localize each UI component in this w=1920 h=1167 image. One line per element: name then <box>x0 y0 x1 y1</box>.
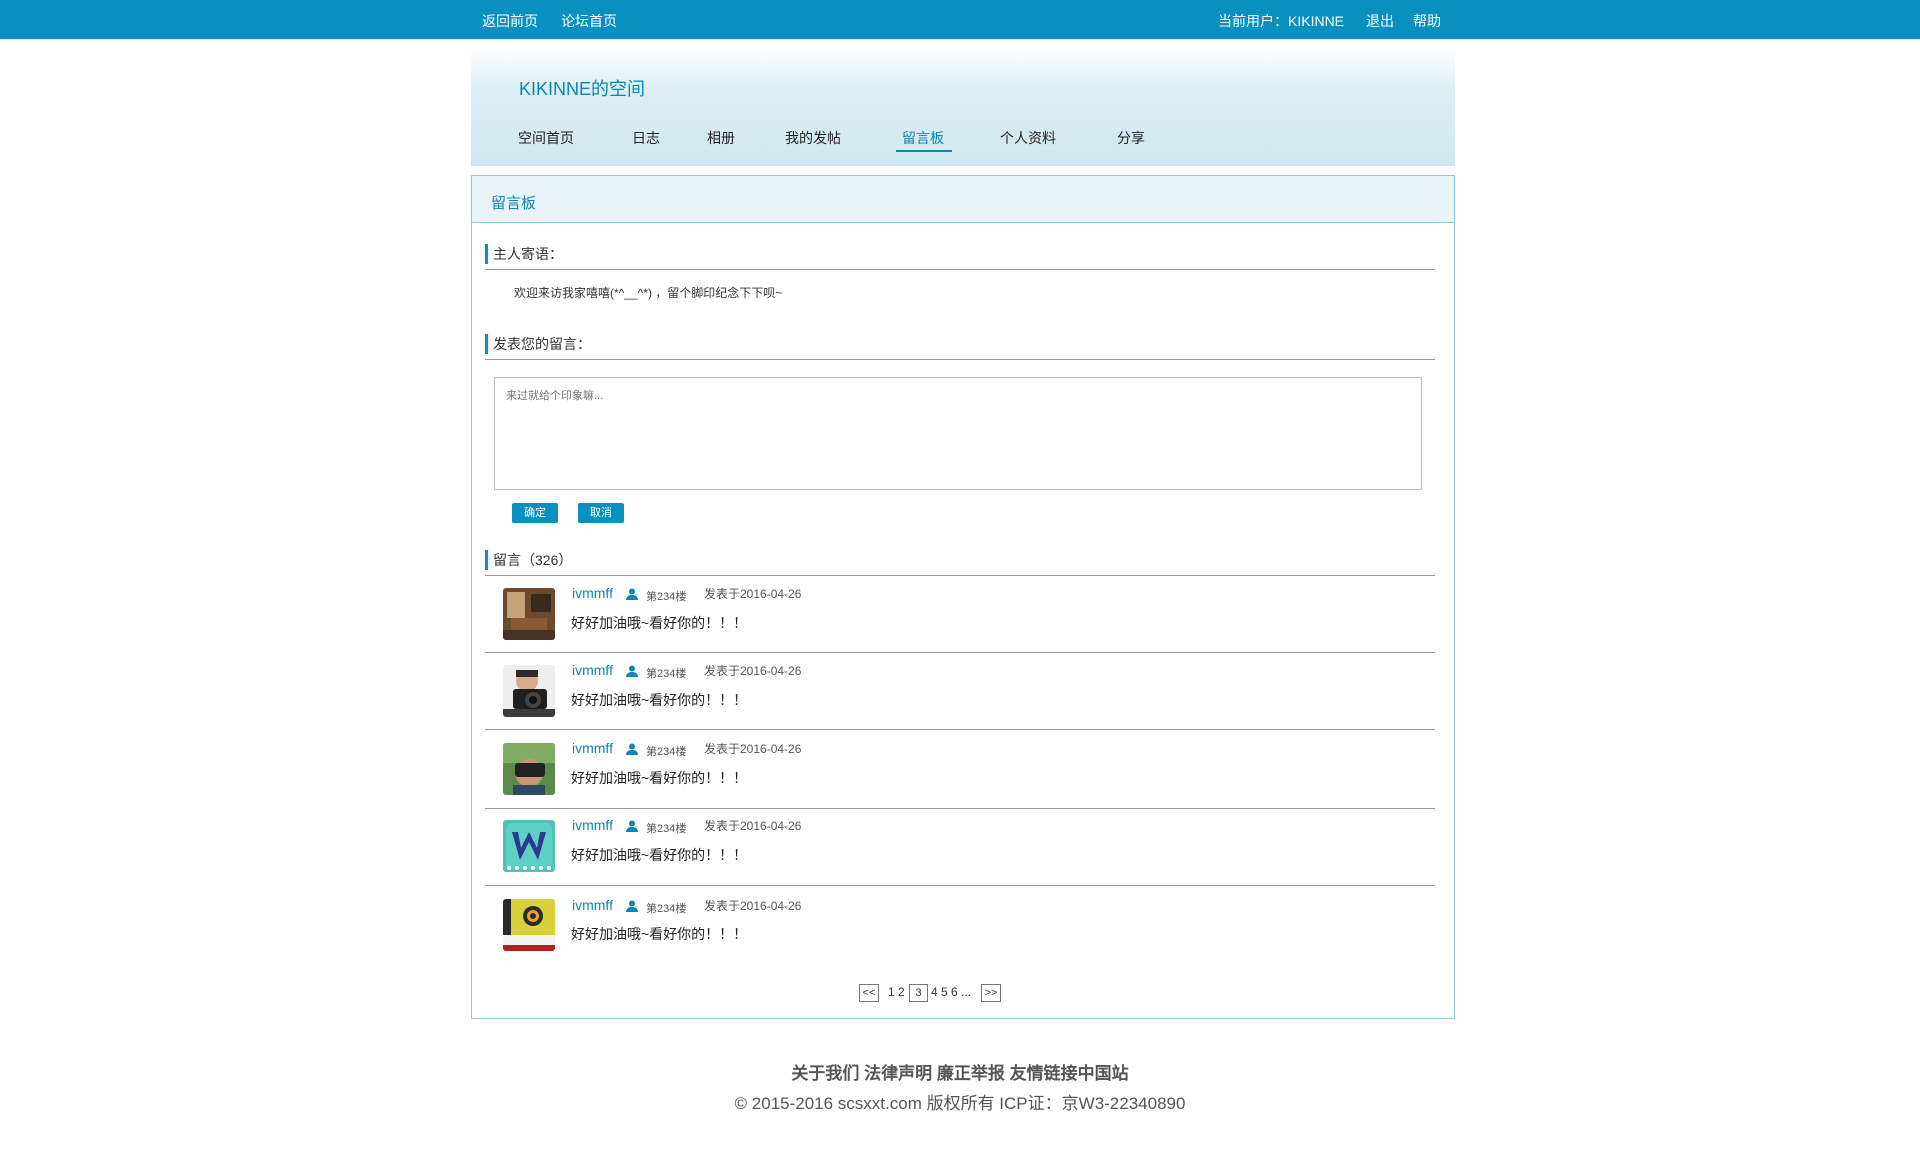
footer-copyright: © 2015-2016 scsxxt.com 版权所有 ICP证：京W3-223… <box>734 1094 1186 1113</box>
comment-text: 好好加油哦~看好你的！！！ <box>571 692 748 708</box>
current-page: 3 <box>909 984 928 1002</box>
cancel-button[interactable]: 取消 <box>578 503 624 523</box>
comment-username[interactable]: ivmmff <box>572 585 613 601</box>
user-icon <box>626 820 638 832</box>
nav-blog[interactable]: 日志 <box>632 130 660 146</box>
user-icon <box>626 743 638 755</box>
comment-text: 好好加油哦~看好你的！！！ <box>571 615 748 631</box>
message-textarea[interactable] <box>494 377 1422 490</box>
space-header: KIKINNE的空间 空间首页 日志 相册 我的发帖 留言板 个人资料 分享 <box>471 48 1455 166</box>
comment-date: 发表于2016-04-26 <box>704 587 802 601</box>
post-message-heading: 发表您的留言： <box>485 334 591 354</box>
divider <box>485 808 1435 809</box>
nav-my-posts[interactable]: 我的发帖 <box>785 130 841 146</box>
comment-username[interactable]: ivmmff <box>572 740 613 756</box>
divider <box>485 359 1435 360</box>
help-link[interactable]: 帮助 <box>1413 13 1441 29</box>
nav-album[interactable]: 相册 <box>707 130 735 146</box>
prev-page-button[interactable]: << <box>859 984 879 1002</box>
avatar[interactable] <box>503 665 555 717</box>
comment-username[interactable]: ivmmff <box>572 817 613 833</box>
comments-heading: 留言（326） <box>485 550 572 570</box>
host-message-heading: 主人寄语： <box>485 244 563 264</box>
back-home-link[interactable]: 返回前页 <box>482 13 538 29</box>
divider <box>485 575 1435 576</box>
comment-floor: 第234楼 <box>646 823 687 835</box>
comment-date: 发表于2016-04-26 <box>704 742 802 756</box>
nav-profile[interactable]: 个人资料 <box>1000 130 1056 146</box>
comment-date: 发表于2016-04-26 <box>704 819 802 833</box>
comment-username[interactable]: ivmmff <box>572 662 613 678</box>
forum-home-link[interactable]: 论坛首页 <box>561 13 617 29</box>
comment-username[interactable]: ivmmff <box>572 897 613 913</box>
user-icon <box>626 665 638 677</box>
panel-header: 留言板 <box>472 176 1454 223</box>
divider <box>485 885 1435 886</box>
page-links-before[interactable]: 1 2 <box>888 985 905 999</box>
avatar[interactable] <box>503 588 555 640</box>
user-icon <box>626 588 638 600</box>
nav-space-home[interactable]: 空间首页 <box>518 130 574 146</box>
current-user-label: 当前用户：KIKINNE <box>1218 13 1345 29</box>
comment-floor: 第234楼 <box>646 903 687 915</box>
space-title: KIKINNE的空间 <box>519 79 646 99</box>
avatar[interactable] <box>503 743 555 795</box>
divider <box>485 652 1435 653</box>
comment-date: 发表于2016-04-26 <box>704 899 802 913</box>
next-page-button[interactable]: >> <box>981 984 1001 1002</box>
comment-text: 好好加油哦~看好你的！！！ <box>571 770 748 786</box>
avatar[interactable] <box>503 820 555 872</box>
footer-links[interactable]: 关于我们 法律声明 廉正举报 友情链接中国站 <box>0 1059 1920 1084</box>
avatar[interactable] <box>503 899 555 951</box>
divider <box>485 269 1435 270</box>
user-icon <box>626 900 638 912</box>
active-nav-underline <box>896 150 952 152</box>
comment-text: 好好加油哦~看好你的！！！ <box>571 847 748 863</box>
panel-title: 留言板 <box>491 195 537 212</box>
confirm-button[interactable]: 确定 <box>512 503 558 523</box>
comment-text: 好好加油哦~看好你的！！！ <box>571 926 748 942</box>
nav-share[interactable]: 分享 <box>1117 130 1145 146</box>
top-bar: 返回前页 论坛首页 当前用户：KIKINNE 退出 帮助 <box>0 0 1920 39</box>
message-board-panel: 留言板 主人寄语： 欢迎来访我家嘻嘻(*^__^*) ，留个脚印纪念下下呗~ 发… <box>471 175 1455 1019</box>
page-links-after[interactable]: 4 5 6 ... <box>931 985 971 999</box>
comment-floor: 第234楼 <box>646 746 687 758</box>
divider <box>485 729 1435 730</box>
comment-floor: 第234楼 <box>646 668 687 680</box>
comment-floor: 第234楼 <box>646 591 687 603</box>
logout-link[interactable]: 退出 <box>1366 13 1394 29</box>
nav-message-board[interactable]: 留言板 <box>902 130 944 146</box>
comment-date: 发表于2016-04-26 <box>704 664 802 678</box>
host-message: 欢迎来访我家嘻嘻(*^__^*) ，留个脚印纪念下下呗~ <box>514 286 783 300</box>
